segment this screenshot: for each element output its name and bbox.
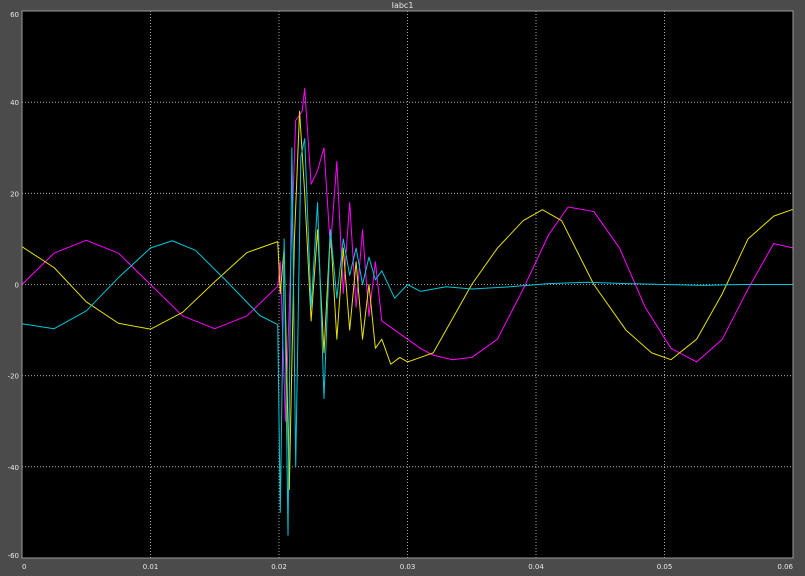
- y-tick-labels: -60 -40 -20 0 20 40 60: [8, 11, 19, 560]
- x-tick-label: 0.03: [400, 563, 416, 571]
- x-tick-label: 0.05: [657, 563, 673, 571]
- x-tick-label: 0.02: [271, 563, 287, 571]
- x-tick-label: 0: [22, 563, 26, 571]
- y-tick-label: 20: [10, 190, 19, 198]
- plot-area: 0 0.01 0.02 0.03 0.04 0.05 0.06 -60 -40 -20 0 20 40…: [8, 10, 794, 571]
- x-tick-label: 0.04: [528, 563, 544, 571]
- y-tick-label: -20: [8, 373, 19, 381]
- scope-window: Iabc1 0 0.01 0.02 0.03 0.04 0.05 0.06 -60 -40 -2…: [0, 0, 805, 576]
- y-tick-label: 0: [15, 282, 19, 290]
- x-tick-labels: 0 0.01 0.02 0.03 0.04 0.05 0.06: [22, 563, 794, 571]
- x-tick-label: 0.06: [777, 563, 793, 571]
- y-tick-label: 40: [10, 99, 19, 107]
- y-tick-label: -40: [8, 464, 19, 472]
- y-tick-label: -60: [8, 552, 19, 560]
- x-tick-label: 0.01: [143, 563, 159, 571]
- y-tick-label: 60: [10, 11, 19, 19]
